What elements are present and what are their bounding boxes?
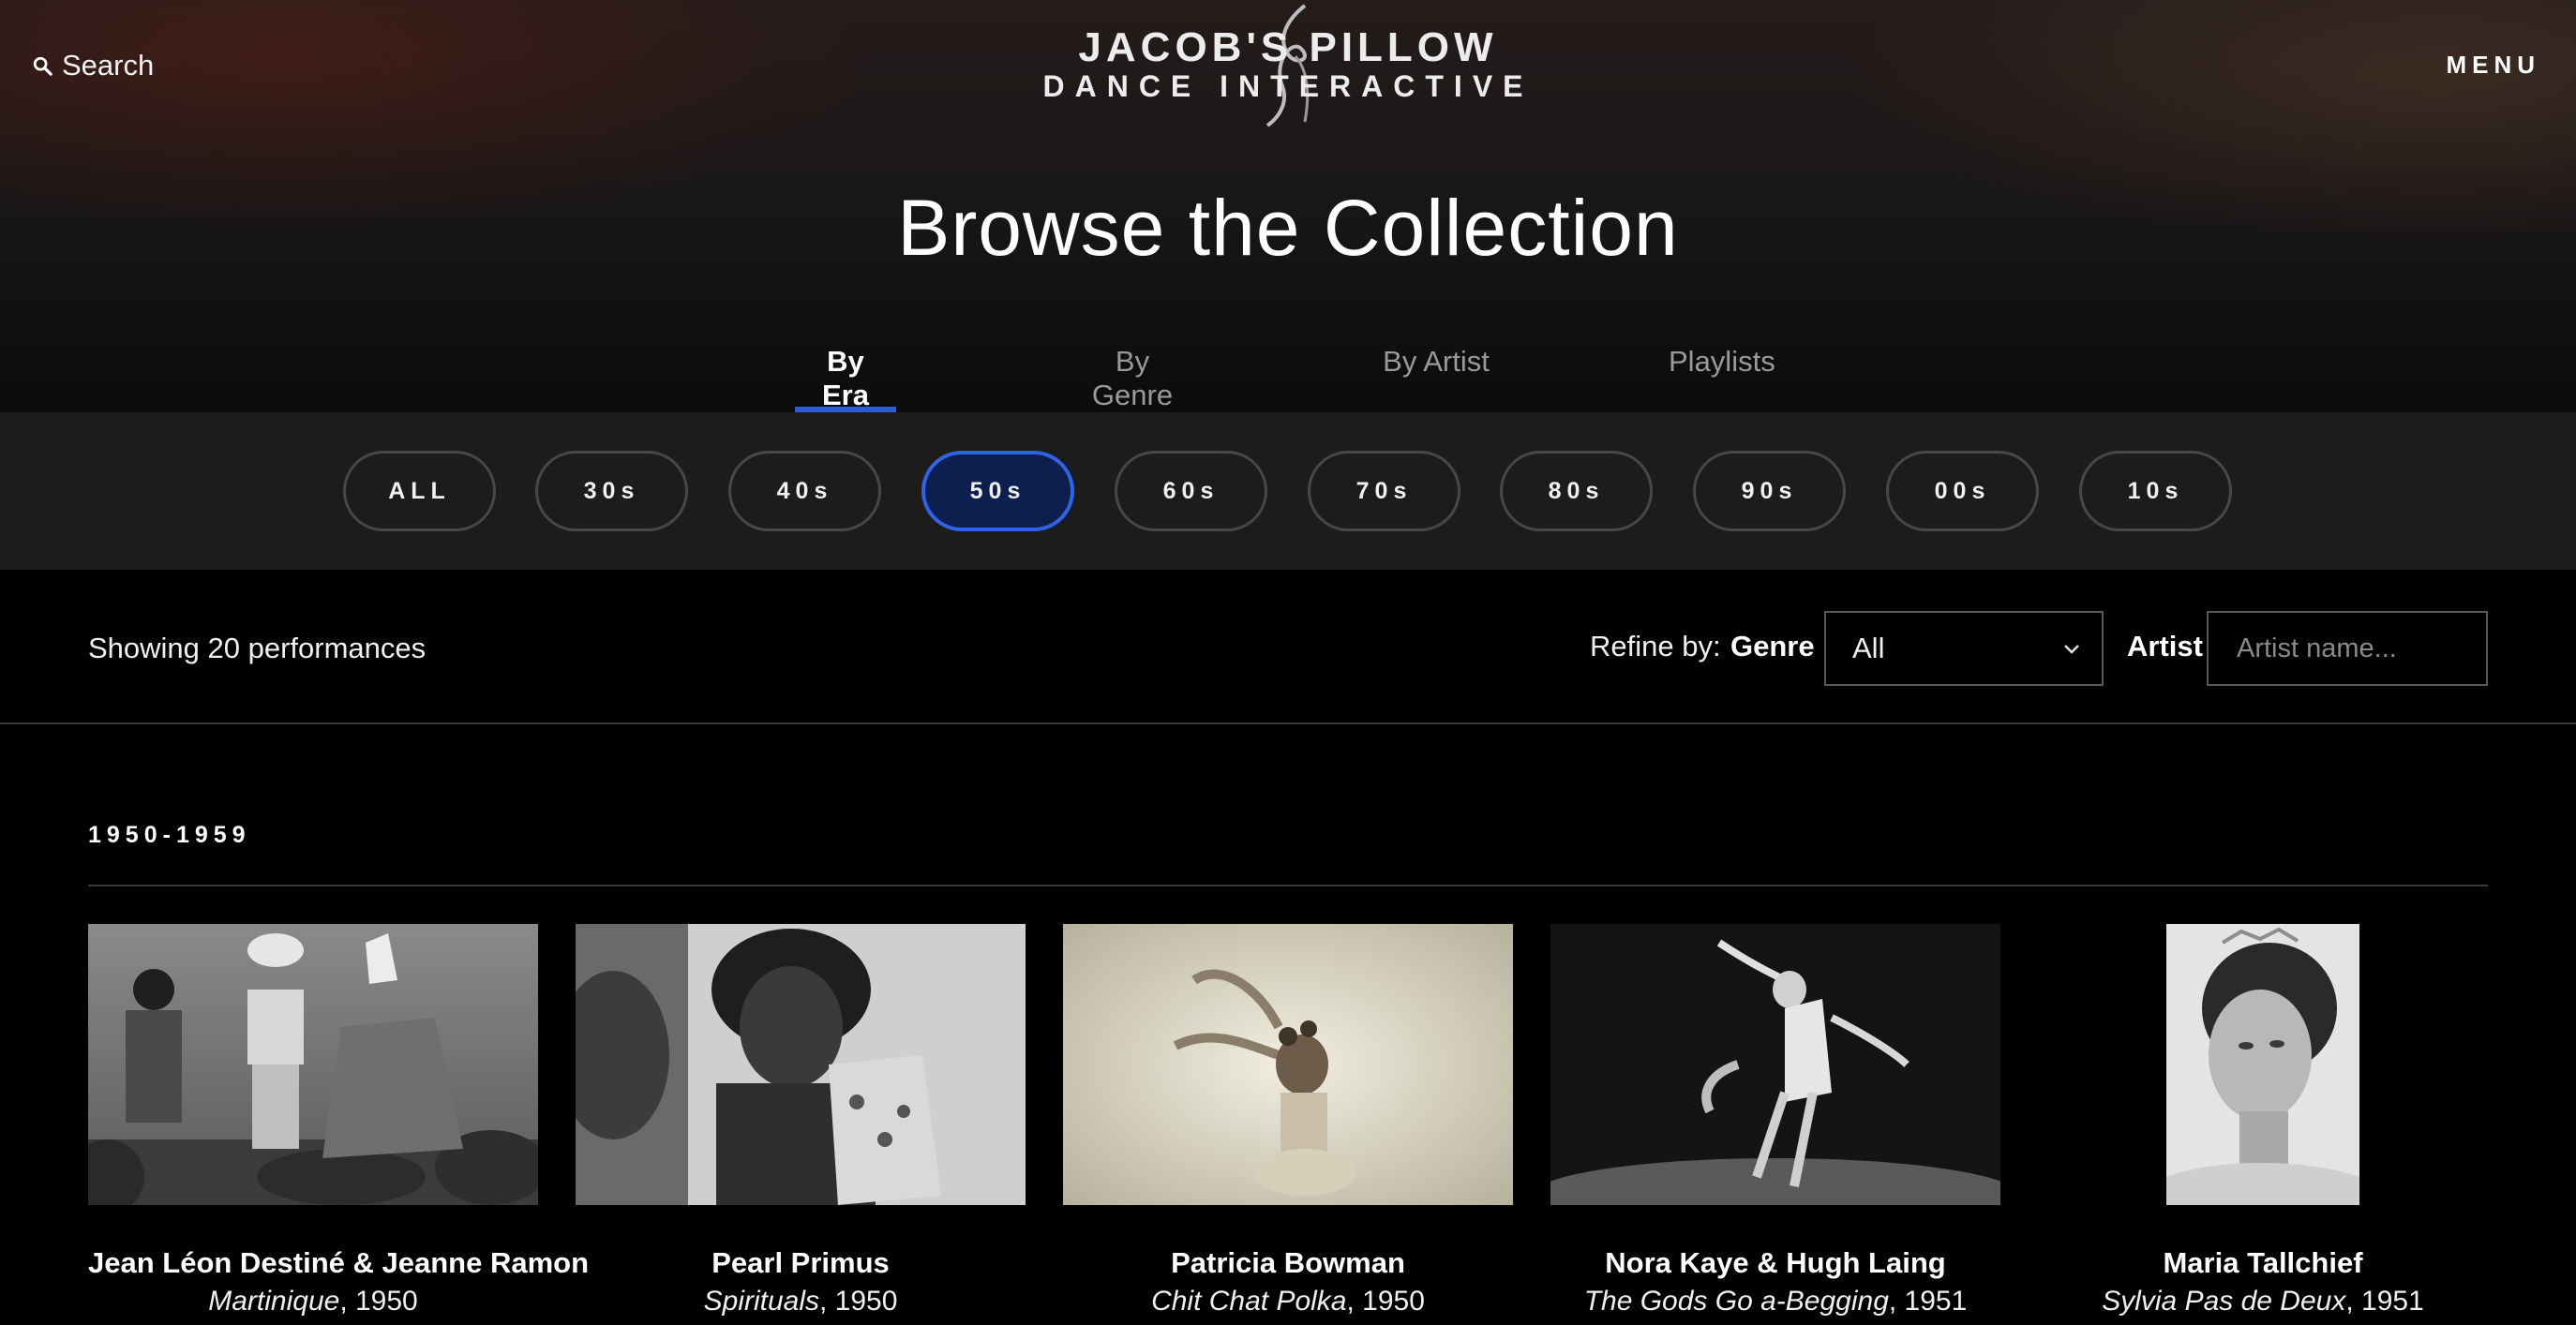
era-label: ALL — [388, 477, 451, 504]
performance-thumbnail — [1063, 924, 1513, 1205]
genre-filter-label: Genre — [1730, 630, 1815, 662]
performance-thumbnail — [88, 924, 538, 1205]
tab-by-artist[interactable]: By Artist — [1378, 345, 1494, 412]
dancers-photo-image — [88, 924, 538, 1205]
logo-subtitle: DANCE INTERACTIVE — [1042, 69, 1534, 103]
work-title: Chit Chat Polka — [1151, 1286, 1347, 1317]
era-pill-40s[interactable]: 40s — [728, 451, 881, 531]
tab-label: Playlists — [1669, 345, 1775, 378]
chevron-down-icon — [2064, 645, 2079, 654]
era-pill-10s[interactable]: 10s — [2079, 451, 2232, 531]
work-title: Martinique — [208, 1286, 340, 1317]
hero-header: Search JACOB'S PILLOW DANCE INTERACTIVE … — [0, 0, 2576, 412]
genre-dropdown[interactable]: All — [1824, 611, 2104, 686]
search-label: Search — [62, 49, 155, 82]
tab-label: By Artist — [1383, 345, 1490, 378]
era-pill-90s[interactable]: 90s — [1693, 451, 1846, 531]
era-filter-bar: ALL 30s 40s 50s 60s 70s 80s 90s 00s 10s — [0, 412, 2576, 570]
era-label: 40s — [776, 477, 833, 504]
tab-by-genre[interactable]: By Genre — [1072, 345, 1192, 412]
performance-work: Spirituals, 1950 — [576, 1286, 1026, 1318]
performance-work: Sylvia Pas de Deux, 1951 — [2038, 1286, 2488, 1318]
performance-artist: Patricia Bowman — [1171, 1246, 1405, 1279]
site-logo[interactable]: JACOB'S PILLOW DANCE INTERACTIVE — [1031, 0, 1545, 131]
page-title: Browse the Collection — [897, 184, 1679, 272]
dancer-portrait-image — [576, 924, 1026, 1205]
genre-dropdown-value: All — [1852, 632, 1885, 664]
results-count: Showing 20 performances — [88, 632, 427, 664]
portrait-photo-image — [2166, 924, 2359, 1205]
era-pill-70s[interactable]: 70s — [1308, 451, 1460, 531]
era-label: 10s — [2127, 477, 2184, 504]
work-year: , 1950 — [818, 1286, 898, 1317]
era-label: 30s — [583, 477, 640, 504]
era-label: 90s — [1741, 477, 1798, 504]
decade-heading: 1950-1959 — [88, 822, 251, 848]
era-pill-30s[interactable]: 30s — [535, 451, 688, 531]
tab-playlists[interactable]: Playlists — [1669, 345, 1775, 412]
work-title: Spirituals — [703, 1286, 819, 1317]
browse-tabs: By Era By Genre By Artist Playlists — [0, 345, 2576, 412]
work-year: , 1951 — [2345, 1286, 2424, 1317]
ballerina-photo-image — [1063, 924, 1513, 1205]
work-year: , 1950 — [1346, 1286, 1425, 1317]
performance-artist: Pearl Primus — [711, 1246, 890, 1279]
artist-filter-label: Artist — [2127, 630, 2203, 662]
artist-name-input[interactable] — [2207, 611, 2488, 686]
duet-photo-image — [1550, 924, 2000, 1205]
work-year: , 1951 — [1888, 1286, 1968, 1317]
refine-label: Refine by: — [1590, 630, 1721, 662]
performance-thumbnail — [576, 924, 1026, 1205]
performance-artist: Nora Kaye & Hugh Laing — [1605, 1246, 1946, 1279]
era-pill-all[interactable]: ALL — [343, 451, 496, 531]
era-pill-50s[interactable]: 50s — [921, 451, 1074, 531]
tab-by-era[interactable]: By Era — [795, 345, 896, 412]
tab-label: By Era — [822, 345, 869, 411]
divider — [88, 885, 2488, 886]
tab-label: By Genre — [1091, 345, 1174, 411]
era-pill-80s[interactable]: 80s — [1500, 451, 1653, 531]
work-title: The Gods Go a-Begging — [1583, 1286, 1889, 1317]
menu-button[interactable]: MENU — [2446, 51, 2540, 80]
work-title: Sylvia Pas de Deux — [2102, 1286, 2346, 1317]
era-pill-60s[interactable]: 60s — [1115, 451, 1267, 531]
search-icon — [33, 56, 52, 76]
divider — [0, 722, 2576, 724]
performance-work: Chit Chat Polka, 1950 — [1063, 1286, 1513, 1318]
era-label: 60s — [1162, 477, 1220, 504]
performance-work: Martinique, 1950 — [88, 1286, 538, 1318]
era-pill-00s[interactable]: 00s — [1886, 451, 2039, 531]
era-label: 00s — [1934, 477, 1991, 504]
era-label: 70s — [1355, 477, 1413, 504]
search-button[interactable]: Search — [32, 49, 154, 82]
logo-title: JACOB'S PILLOW — [1078, 24, 1498, 70]
performance-work: The Gods Go a-Begging, 1951 — [1550, 1286, 2000, 1318]
performance-artist: Maria Tallchief — [2163, 1246, 2363, 1279]
performance-artist: Jean Léon Destiné & Jeanne Ramon — [88, 1246, 590, 1279]
performance-thumbnail — [1550, 924, 2000, 1205]
work-year: , 1950 — [339, 1286, 418, 1317]
performance-thumbnail — [2166, 924, 2359, 1205]
era-label: 80s — [1548, 477, 1605, 504]
era-label: 50s — [969, 477, 1026, 504]
